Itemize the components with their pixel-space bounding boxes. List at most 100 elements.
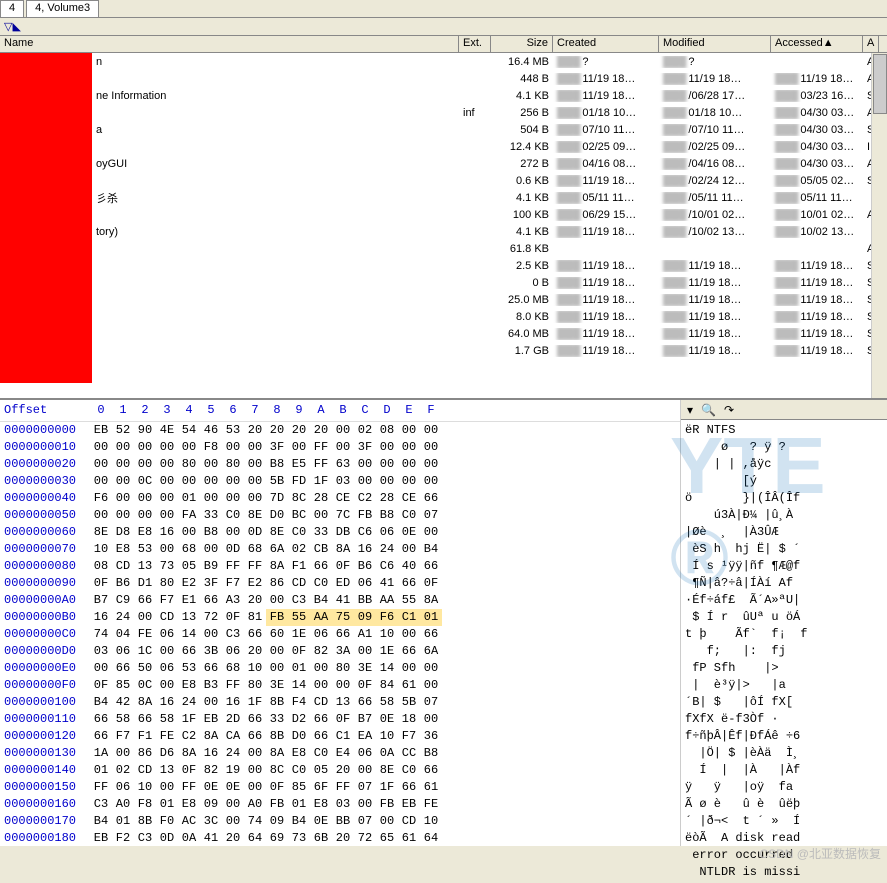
hex-byte[interactable]: 00 xyxy=(112,439,134,456)
hex-byte[interactable]: 6F xyxy=(310,779,332,796)
hex-byte[interactable]: CD xyxy=(156,609,178,626)
hex-byte[interactable]: FB xyxy=(376,796,398,813)
hex-byte[interactable]: 03 xyxy=(90,643,112,660)
hex-byte[interactable]: 68 xyxy=(222,660,244,677)
hex-row[interactable]: 00000000B0162400CD13720F81FB55AA7509F6C1… xyxy=(0,609,680,626)
hex-byte[interactable]: CD xyxy=(288,575,310,592)
hex-byte[interactable]: 0D xyxy=(156,830,178,846)
hex-byte[interactable]: 28 xyxy=(310,490,332,507)
hex-byte[interactable]: 8B xyxy=(134,813,156,830)
hex-byte[interactable]: 68 xyxy=(178,541,200,558)
hex-byte[interactable]: 00 xyxy=(134,456,156,473)
hex-byte[interactable]: 13 xyxy=(156,762,178,779)
hex-byte[interactable]: B6 xyxy=(112,575,134,592)
hex-byte[interactable]: 20 xyxy=(244,643,266,660)
table-row[interactable]: 64.0 MB███11/19 18…███11/19 18…███11/19 … xyxy=(0,325,887,342)
hex-byte[interactable]: 00 xyxy=(112,745,134,762)
hex-byte[interactable]: C6 xyxy=(354,524,376,541)
hex-byte[interactable]: 08 xyxy=(90,558,112,575)
hex-byte[interactable]: 86 xyxy=(266,575,288,592)
tab-2[interactable]: 4, Volume3 xyxy=(26,0,99,17)
hex-byte[interactable]: 00 xyxy=(420,711,442,728)
hex-byte[interactable]: 41 xyxy=(332,592,354,609)
hex-byte[interactable]: A0 xyxy=(244,796,266,813)
hex-row[interactable]: 0000000100B4428A162400161F8BF4CD1366585B… xyxy=(0,694,680,711)
hex-byte[interactable]: 00 xyxy=(178,524,200,541)
hex-byte[interactable]: 00 xyxy=(200,456,222,473)
hex-byte[interactable]: 66 xyxy=(398,575,420,592)
table-row[interactable]: 彡杀4.1 KB███05/11 11…███/05/11 11…███05/1… xyxy=(0,189,887,206)
hex-byte[interactable]: 74 xyxy=(244,813,266,830)
hex-row[interactable]: 00000000100000000000F800003F00FF003F0000… xyxy=(0,439,680,456)
hex-byte[interactable]: FF xyxy=(222,677,244,694)
hex-byte[interactable]: 00 xyxy=(156,473,178,490)
hex-byte[interactable]: 58 xyxy=(112,711,134,728)
hex-byte[interactable]: 80 xyxy=(332,660,354,677)
hex-byte[interactable]: 04 xyxy=(112,626,134,643)
hex-byte[interactable]: E5 xyxy=(288,456,310,473)
table-row[interactable]: 25.0 MB███11/19 18…███11/19 18…███11/19 … xyxy=(0,291,887,308)
hex-byte[interactable]: 14 xyxy=(376,660,398,677)
hex-byte[interactable]: 00 xyxy=(222,796,244,813)
hex-byte[interactable]: 10 xyxy=(134,779,156,796)
hex-byte[interactable]: 10 xyxy=(420,813,442,830)
hex-byte[interactable]: 01 xyxy=(420,609,442,626)
hex-byte[interactable]: 0E xyxy=(200,779,222,796)
hex-byte[interactable]: F6 xyxy=(90,490,112,507)
hex-byte[interactable]: 00 xyxy=(420,439,442,456)
table-row[interactable]: inf256 B███01/18 10…███01/18 10…███04/30… xyxy=(0,104,887,121)
hex-row[interactable]: 00000000C07404FE061400C366601E0666A11000… xyxy=(0,626,680,643)
hex-byte[interactable]: 0F xyxy=(90,575,112,592)
hex-byte[interactable]: 8A xyxy=(266,558,288,575)
hex-byte[interactable]: 72 xyxy=(354,830,376,846)
hex-byte[interactable]: 6A xyxy=(266,541,288,558)
hex-byte[interactable]: 85 xyxy=(288,779,310,796)
hex-byte[interactable]: 0F xyxy=(354,677,376,694)
hex-byte[interactable]: 08 xyxy=(376,422,398,439)
hex-byte[interactable]: AC xyxy=(178,813,200,830)
hex-row[interactable]: 00000000E00066500653666810000100803E1400… xyxy=(0,660,680,677)
table-row[interactable]: 61.8 KBA xyxy=(0,240,887,257)
hex-byte[interactable]: 00 xyxy=(398,439,420,456)
hex-byte[interactable]: 20 xyxy=(288,422,310,439)
hex-byte[interactable]: 07 xyxy=(354,779,376,796)
hex-byte[interactable]: 00 xyxy=(420,677,442,694)
hex-byte[interactable]: 00 xyxy=(178,473,200,490)
hex-row[interactable]: 00000000F00F850C00E8B3FF803E1400000F8461… xyxy=(0,677,680,694)
col-attr[interactable]: A xyxy=(863,36,879,52)
hex-byte[interactable]: 24 xyxy=(222,745,244,762)
hex-byte[interactable]: 00 xyxy=(398,660,420,677)
hex-byte[interactable]: FD xyxy=(288,473,310,490)
hex-byte[interactable]: 1E xyxy=(288,626,310,643)
chevron-down-icon[interactable]: ▾ xyxy=(687,403,693,417)
hex-byte[interactable]: 5B xyxy=(266,473,288,490)
hex-byte[interactable]: 13 xyxy=(134,558,156,575)
hex-byte[interactable]: 6A xyxy=(420,643,442,660)
hex-byte[interactable]: 00 xyxy=(354,456,376,473)
hex-byte[interactable]: 10 xyxy=(376,626,398,643)
hex-row[interactable]: 0000000170B4018BF0AC3C007409B40EBB0700CD… xyxy=(0,813,680,830)
hex-byte[interactable]: 00 xyxy=(156,643,178,660)
hex-row[interactable]: 000000003000000C00000000005BFD1F03000000… xyxy=(0,473,680,490)
hex-byte[interactable]: 00 xyxy=(156,456,178,473)
hex-byte[interactable]: 5B xyxy=(398,694,420,711)
hex-byte[interactable]: 00 xyxy=(112,507,134,524)
col-created[interactable]: Created xyxy=(553,36,659,52)
hex-byte[interactable]: 66 xyxy=(90,711,112,728)
hex-byte[interactable]: 10 xyxy=(90,541,112,558)
hex-byte[interactable]: 06 xyxy=(156,626,178,643)
hex-byte[interactable]: B7 xyxy=(354,711,376,728)
hex-byte[interactable]: 00 xyxy=(156,677,178,694)
hex-byte[interactable]: 10 xyxy=(376,728,398,745)
hex-byte[interactable]: FF xyxy=(222,558,244,575)
hex-byte[interactable]: 8C xyxy=(288,490,310,507)
hex-byte[interactable]: FE xyxy=(420,796,442,813)
hex-byte[interactable]: E1 xyxy=(178,592,200,609)
hex-byte[interactable]: D8 xyxy=(112,524,134,541)
table-row[interactable]: ne Information4.1 KB███11/19 18…███/06/2… xyxy=(0,87,887,104)
hex-byte[interactable]: F8 xyxy=(134,796,156,813)
hex-byte[interactable]: 0F xyxy=(178,762,200,779)
hex-byte[interactable]: 00 xyxy=(156,507,178,524)
hex-byte[interactable]: 85 xyxy=(112,677,134,694)
hex-byte[interactable]: 74 xyxy=(90,626,112,643)
